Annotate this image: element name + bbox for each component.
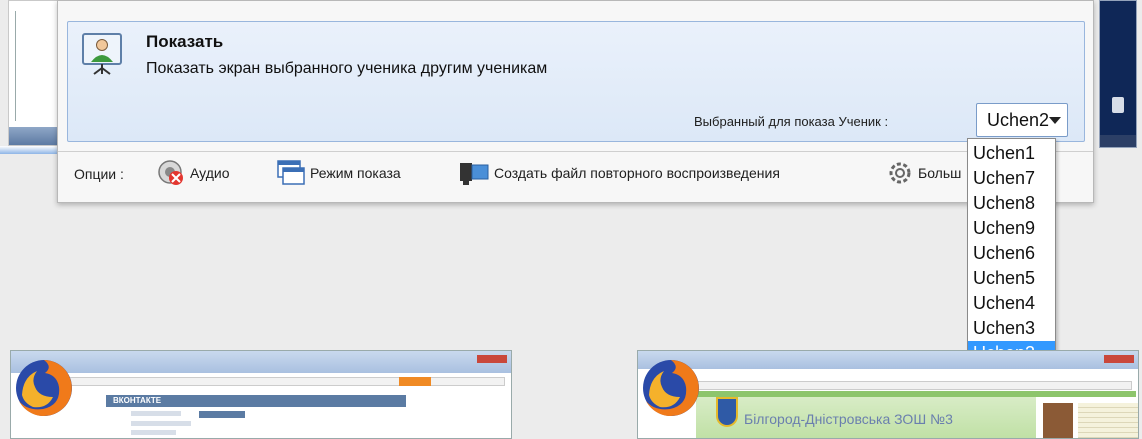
show-title: Показать bbox=[146, 32, 224, 51]
show-popup-panel: Показать Показать экран выбранного учени… bbox=[57, 0, 1094, 203]
ruler bbox=[15, 11, 19, 121]
dropdown-item-uchen9[interactable]: Uchen9 bbox=[968, 216, 1055, 241]
firefox-icon bbox=[643, 360, 699, 416]
news-sidebar bbox=[1078, 403, 1138, 438]
content-button bbox=[199, 411, 245, 418]
dropdown-item-uchen7[interactable]: Uchen7 bbox=[968, 166, 1055, 191]
display-mode-option-label: Режим показа bbox=[310, 165, 401, 181]
student-thumbnail-bottom-right[interactable]: Білгород-Дністровська ЗОШ №3 bbox=[637, 350, 1139, 439]
browser-tabbar bbox=[11, 351, 511, 373]
student-thumbnail-bottom-left[interactable]: ВКОНТАКТЕ bbox=[10, 350, 512, 439]
window-controls bbox=[477, 355, 507, 363]
more-option-label: Больш bbox=[918, 165, 962, 181]
portrait-image bbox=[1043, 403, 1073, 438]
search-button bbox=[399, 377, 431, 386]
site-banner-title: Білгород-Дністровська ЗОШ №3 bbox=[744, 411, 953, 427]
window-controls bbox=[1104, 355, 1134, 363]
firefox-icon bbox=[16, 360, 72, 416]
audio-muted-icon bbox=[158, 160, 183, 185]
display-mode-option[interactable]: Режим показа bbox=[276, 158, 401, 188]
dropdown-item-uchen6[interactable]: Uchen6 bbox=[968, 241, 1055, 266]
options-bar: Опции : Аудио Режим показа Создать файл … bbox=[58, 151, 1093, 196]
browser-tabbar bbox=[638, 351, 1138, 369]
dropdown-item-uchen1[interactable]: Uchen1 bbox=[968, 141, 1055, 166]
dropdown-item-uchen5[interactable]: Uchen5 bbox=[968, 266, 1055, 291]
show-action-card[interactable]: Показать Показать экран выбранного учени… bbox=[67, 21, 1085, 142]
address-bar bbox=[69, 377, 505, 386]
taskbar bbox=[9, 127, 59, 145]
taskbar bbox=[1100, 135, 1136, 147]
audio-option[interactable]: Аудио bbox=[156, 158, 230, 188]
selected-student-label: Выбранный для показа Ученик : bbox=[694, 114, 889, 129]
emblem-icon bbox=[1112, 97, 1124, 113]
show-description: Показать экран выбранного ученика другим… bbox=[146, 60, 548, 77]
options-label: Опции : bbox=[74, 166, 124, 182]
site-logo: ВКОНТАКТЕ bbox=[113, 396, 162, 405]
screen: Показать Показать экран выбранного учени… bbox=[0, 0, 1142, 439]
student-select-value: Uchen2 bbox=[987, 109, 1050, 130]
audio-option-label: Аудио bbox=[190, 165, 230, 181]
student-select[interactable]: Uchen2 bbox=[976, 103, 1068, 137]
window-layout-icon bbox=[277, 160, 305, 185]
school-crest-icon bbox=[716, 397, 738, 427]
selection-strip bbox=[0, 146, 62, 154]
dropdown-item-uchen8[interactable]: Uchen8 bbox=[968, 191, 1055, 216]
create-replay-option-label: Создать файл повторного воспроизведения bbox=[494, 165, 780, 181]
address-bar bbox=[696, 381, 1132, 390]
content-row bbox=[131, 430, 176, 435]
chevron-down-icon bbox=[1049, 116, 1062, 124]
presenter-icon bbox=[80, 32, 124, 76]
gear-icon bbox=[889, 162, 911, 184]
dropdown-item-uchen3[interactable]: Uchen3 bbox=[968, 316, 1055, 341]
video-camera-icon bbox=[460, 163, 489, 185]
student-thumbnail-top-left[interactable] bbox=[8, 0, 60, 146]
more-option[interactable]: Больш bbox=[886, 158, 961, 188]
dropdown-item-uchen4[interactable]: Uchen4 bbox=[968, 291, 1055, 316]
student-thumbnail-top-right[interactable] bbox=[1099, 0, 1137, 148]
content-row bbox=[131, 421, 191, 426]
content-row bbox=[131, 411, 181, 416]
create-replay-option[interactable]: Создать файл повторного воспроизведения bbox=[458, 158, 780, 188]
